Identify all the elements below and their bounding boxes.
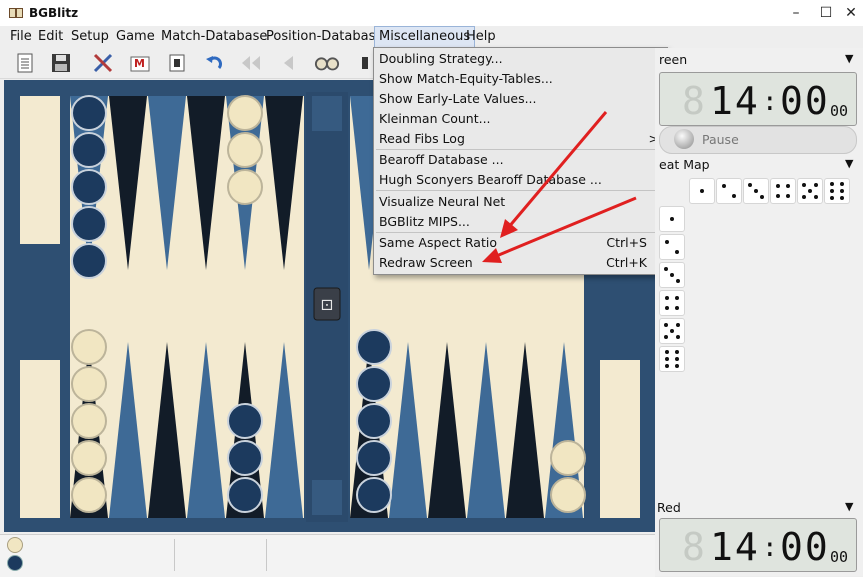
die-three-icon — [743, 178, 769, 204]
menu-item-bgblitz-mips[interactable]: BGBlitz MIPS... — [374, 212, 667, 232]
clock-minutes: 14 — [710, 525, 760, 569]
collapse-arrow-icon[interactable]: ▼ — [845, 157, 853, 170]
white-checkers-point-12 — [71, 329, 107, 513]
menu-item-label: Kleinman Count... — [379, 111, 491, 126]
miscellaneous-dropdown-menu: Doubling Strategy... Show Match-Equity-T… — [373, 47, 668, 275]
collapse-arrow-icon[interactable]: ▼ — [845, 52, 853, 65]
menu-item-doubling-strategy[interactable]: Doubling Strategy... — [374, 49, 667, 69]
die-two-icon — [659, 234, 685, 260]
menu-item-label: Redraw Screen — [379, 255, 473, 270]
menu-item-label: BGBlitz MIPS... — [379, 214, 470, 229]
top-player-section-title: reen — [659, 52, 688, 67]
close-button[interactable]: ✕ — [840, 4, 862, 22]
menu-item-visualize-neural-net[interactable]: Visualize Neural Net — [374, 192, 667, 212]
mail-icon[interactable]: M — [127, 50, 153, 76]
menu-item-redraw-screen[interactable]: Redraw Screen Ctrl+K — [374, 253, 667, 273]
clock-seconds: 00 — [780, 525, 830, 569]
document-icon[interactable] — [12, 50, 38, 76]
app-icon — [9, 8, 23, 18]
menu-item-hugh-sconyers-bearoff-database[interactable]: Hugh Sconyers Bearoff Database ... — [374, 170, 667, 190]
blue-checkers-point-6 — [356, 329, 392, 513]
menu-match-database[interactable]: Match-Database — [157, 26, 271, 48]
glasses-icon[interactable] — [314, 50, 340, 76]
menu-item-kleinman-count[interactable]: Kleinman Count... — [374, 109, 667, 129]
clock-separator: : — [762, 533, 778, 563]
left-bearoff-tray-top — [20, 96, 60, 244]
white-checkers-point-17 — [227, 95, 263, 205]
left-bearoff-tray-bottom — [20, 360, 60, 518]
bottom-player-section-title: Red — [657, 500, 681, 515]
die-one-icon — [689, 178, 715, 204]
menu-item-show-match-equity-tables[interactable]: Show Match-Equity-Tables... — [374, 69, 667, 89]
pause-indicator-icon — [674, 129, 694, 149]
die-three-icon — [659, 262, 685, 288]
top-clock: 8 14 : 00 00 — [659, 72, 857, 126]
menu-edit[interactable]: Edit — [34, 26, 67, 48]
menu-item-label: Hugh Sconyers Bearoff Database ... — [379, 172, 602, 187]
menu-position-database[interactable]: Position-Database — [262, 26, 387, 48]
clock-fraction: 00 — [830, 548, 849, 566]
settings-tools-icon[interactable] — [90, 50, 116, 76]
menu-item-label: Show Match-Equity-Tables... — [379, 71, 553, 86]
menu-game[interactable]: Game — [112, 26, 159, 48]
bottom-clock: 8 14 : 00 00 — [659, 518, 857, 572]
undo-icon[interactable] — [201, 50, 227, 76]
menu-item-label: Read Fibs Log — [379, 131, 465, 146]
status-divider — [174, 539, 175, 571]
menu-item-shortcut: Ctrl+K — [606, 255, 647, 270]
menu-help[interactable]: Help — [462, 26, 500, 48]
menu-item-label: Same Aspect Ratio — [379, 235, 497, 250]
svg-text:⚀: ⚀ — [321, 298, 333, 314]
collapse-arrow-icon[interactable]: ▼ — [845, 500, 853, 513]
clock-minutes: 14 — [710, 79, 760, 123]
die-six-icon — [824, 178, 850, 204]
menu-item-label: Doubling Strategy... — [379, 51, 503, 66]
die-four-icon — [659, 290, 685, 316]
blue-checkers-point-13 — [71, 95, 107, 279]
menu-miscellaneous[interactable]: Miscellaneous — [374, 26, 476, 48]
print-icon[interactable] — [164, 50, 190, 76]
die-five-icon — [659, 318, 685, 344]
status-divider — [266, 539, 267, 571]
menu-item-read-fibs-log[interactable]: Read Fibs Log > — [374, 129, 667, 149]
right-panel: reen ▼ 8 14 : 00 00 Pause eat Map ▼ Red … — [655, 48, 863, 576]
pause-button-label: Pause — [702, 132, 739, 147]
clock-seconds: 00 — [780, 79, 830, 123]
back-icon[interactable] — [275, 50, 301, 76]
menu-item-same-aspect-ratio[interactable]: Same Aspect Ratio Ctrl+S — [374, 233, 667, 253]
right-bearoff-tray-bottom — [600, 360, 640, 518]
clock-ghost-digit: 8 — [682, 79, 705, 123]
save-icon[interactable] — [48, 50, 74, 76]
die-six-icon — [659, 346, 685, 372]
die-one-icon — [659, 206, 685, 232]
maximize-button[interactable]: ☐ — [815, 4, 837, 22]
menu-item-bearoff-database[interactable]: Bearoff Database ... — [374, 150, 667, 170]
menu-separator — [376, 190, 665, 191]
menu-item-label: Bearoff Database ... — [379, 152, 504, 167]
status-bar — [0, 534, 655, 577]
die-five-icon — [797, 178, 823, 204]
menu-bar: File Edit Setup Game Match-Database Posi… — [0, 26, 863, 48]
fast-back-icon[interactable] — [238, 50, 264, 76]
clock-separator: : — [762, 87, 778, 117]
menu-item-label: Visualize Neural Net — [379, 194, 506, 209]
heat-map-title: eat Map — [659, 157, 710, 172]
minimize-button[interactable]: – — [785, 4, 807, 22]
pause-button[interactable]: Pause — [659, 126, 857, 154]
clock-ghost-digit: 8 — [682, 525, 705, 569]
blue-checkers-point-8 — [227, 403, 263, 513]
clock-fraction: 00 — [830, 102, 849, 120]
title-bar: BGBlitz – ☐ ✕ — [0, 0, 863, 27]
menu-item-label: Show Early-Late Values... — [379, 91, 537, 106]
die-four-icon — [770, 178, 796, 204]
window-title: BGBlitz — [29, 6, 79, 20]
menu-item-shortcut: Ctrl+S — [606, 235, 647, 250]
blue-checker-icon — [7, 555, 23, 571]
menu-item-show-early-late-values[interactable]: Show Early-Late Values... — [374, 89, 667, 109]
white-checker-icon — [7, 537, 23, 553]
svg-text:M: M — [134, 57, 145, 70]
menu-file[interactable]: File — [6, 26, 36, 48]
die-two-icon — [716, 178, 742, 204]
menu-setup[interactable]: Setup — [67, 26, 113, 48]
